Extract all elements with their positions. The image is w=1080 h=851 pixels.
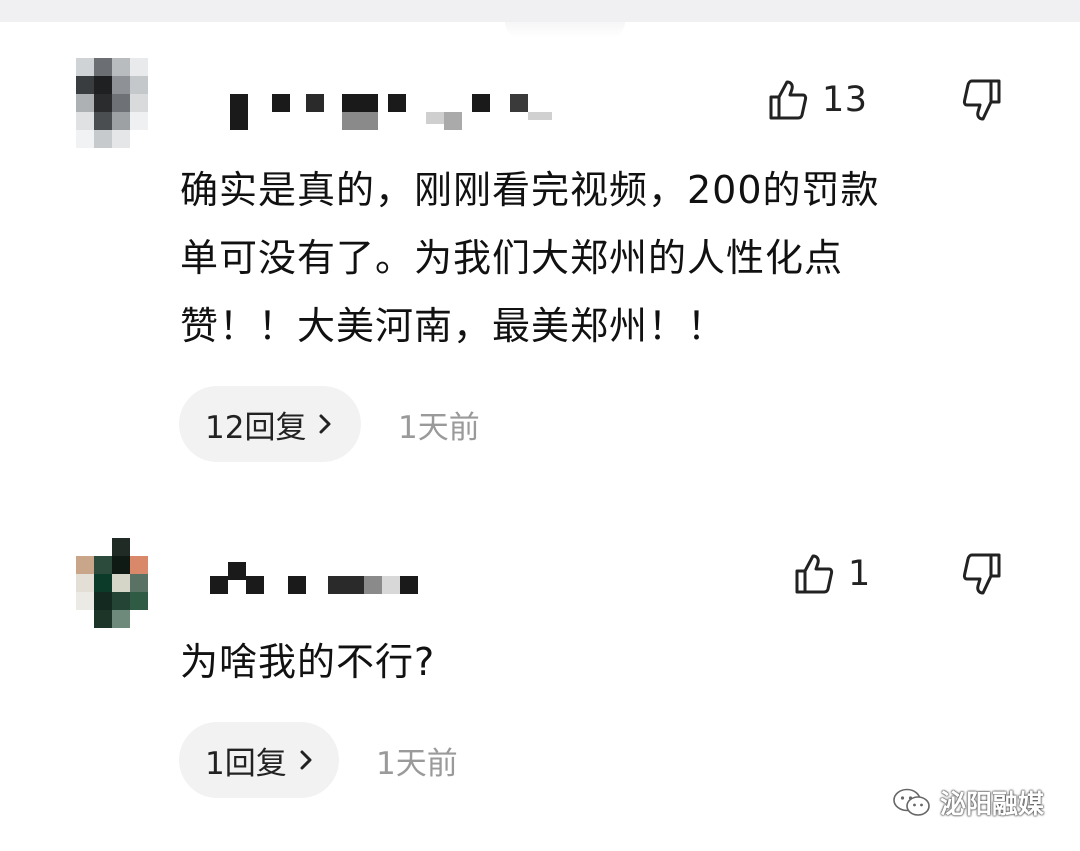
reply-button[interactable]: 1回复 [179, 722, 339, 798]
avatar[interactable] [76, 538, 156, 638]
watermark: 泌阳融媒 [892, 784, 1044, 821]
chevron-right-icon [319, 414, 331, 434]
username-pixelated[interactable] [210, 88, 570, 130]
top-bar [0, 0, 1080, 22]
timestamp: 1天前 [398, 410, 480, 446]
wechat-icon [893, 788, 930, 816]
avatar[interactable] [76, 58, 156, 158]
reply-button[interactable]: 12回复 [179, 386, 361, 462]
like-count: 1 [848, 554, 871, 594]
username-pixelated[interactable] [210, 560, 570, 600]
top-bar-notch [505, 22, 625, 38]
reply-count: 1回复 [205, 745, 287, 782]
reply-count: 12回复 [205, 409, 307, 446]
like-count: 13 [822, 80, 868, 120]
thumbs-up-icon [769, 80, 808, 120]
comment-text: 为啥我的不行? [180, 640, 436, 684]
comment-text: 确实是真的，刚刚看完视频，200的罚款 单可没有了。为我们大郑州的人性化点 赞！… [180, 168, 880, 348]
timestamp: 1天前 [376, 746, 458, 782]
dislike-button[interactable] [960, 552, 1010, 602]
like-button[interactable]: 13 [768, 76, 868, 124]
watermark-text: 泌阳融媒 [939, 790, 1044, 820]
chevron-right-icon [300, 750, 312, 770]
like-button[interactable]: 1 [794, 550, 871, 598]
thumbs-down-icon [962, 553, 1001, 595]
thumbs-down-icon [962, 79, 1001, 121]
dislike-button[interactable] [960, 78, 1010, 128]
thumbs-up-icon [795, 554, 834, 594]
